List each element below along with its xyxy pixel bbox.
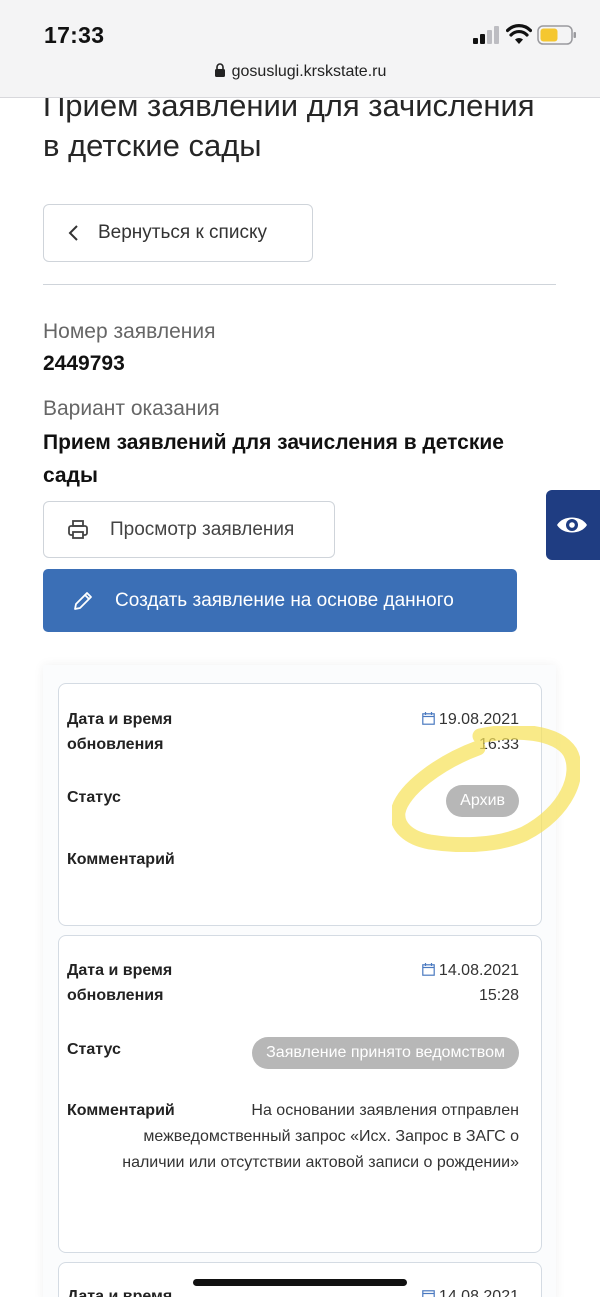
create-from-this-button[interactable]: Создать заявление на основе данного	[43, 569, 517, 632]
home-indicator[interactable]	[193, 1279, 407, 1286]
divider	[43, 284, 556, 285]
calendar-icon	[422, 1290, 435, 1297]
update-datetime: 14.08.2021 15:28	[422, 958, 519, 1008]
history-card: Дата и время обновления 19.08.2021 16:33…	[58, 683, 542, 926]
lock-icon	[214, 63, 225, 77]
calendar-icon	[422, 963, 435, 976]
pencil-icon	[74, 591, 92, 610]
status-label: Статус	[67, 1041, 121, 1058]
back-to-list-button[interactable]: Вернуться к списку	[43, 204, 313, 262]
status-label: Статус	[67, 789, 121, 806]
comment-text: На основании заявления отправлен межведо…	[122, 1102, 519, 1171]
accessibility-toggle[interactable]	[546, 490, 600, 560]
service-variant-label: Вариант оказания	[43, 397, 220, 420]
address-bar[interactable]: gosuslugi.krskstate.ru	[0, 63, 600, 81]
url-text: gosuslugi.krskstate.ru	[231, 63, 387, 80]
chevron-left-icon	[68, 225, 78, 241]
status-badge: Архив	[446, 785, 519, 817]
history-card: Дата и время обновления 14.08.2021 15:28…	[58, 935, 542, 1253]
update-date-label: Дата и время	[67, 1288, 173, 1297]
calendar-icon	[422, 712, 435, 725]
service-variant-value: Прием заявлений для зачисления в детские…	[43, 431, 504, 487]
application-number-value: 2449793	[43, 352, 125, 375]
update-date-label: Дата и время обновления	[67, 962, 173, 1004]
clock: 17:33	[44, 22, 105, 48]
view-application-label: Просмотр заявления	[110, 518, 295, 540]
application-number-label: Номер заявления	[43, 320, 216, 343]
page-title: Прием заявлений для зачисления в детские…	[43, 88, 535, 163]
update-datetime: 14.08.2021	[422, 1284, 519, 1297]
comment-label: Комментарий	[67, 851, 175, 868]
battery-icon	[537, 25, 576, 45]
status-badge: Заявление принято ведомством	[252, 1037, 519, 1069]
update-date-label: Дата и время обновления	[67, 711, 173, 753]
create-from-this-label: Создать заявление на основе данного	[115, 589, 454, 611]
cellular-signal-icon	[473, 26, 499, 44]
back-button-label: Вернуться к списку	[98, 222, 267, 243]
update-datetime: 19.08.2021 16:33	[422, 707, 519, 757]
view-application-button[interactable]: Просмотр заявления	[43, 501, 335, 558]
printer-icon	[68, 519, 88, 539]
wifi-icon	[506, 24, 532, 44]
status-bar: 17:33 gosuslugi.krskstate.ru	[0, 0, 600, 98]
eye-icon	[557, 517, 587, 533]
